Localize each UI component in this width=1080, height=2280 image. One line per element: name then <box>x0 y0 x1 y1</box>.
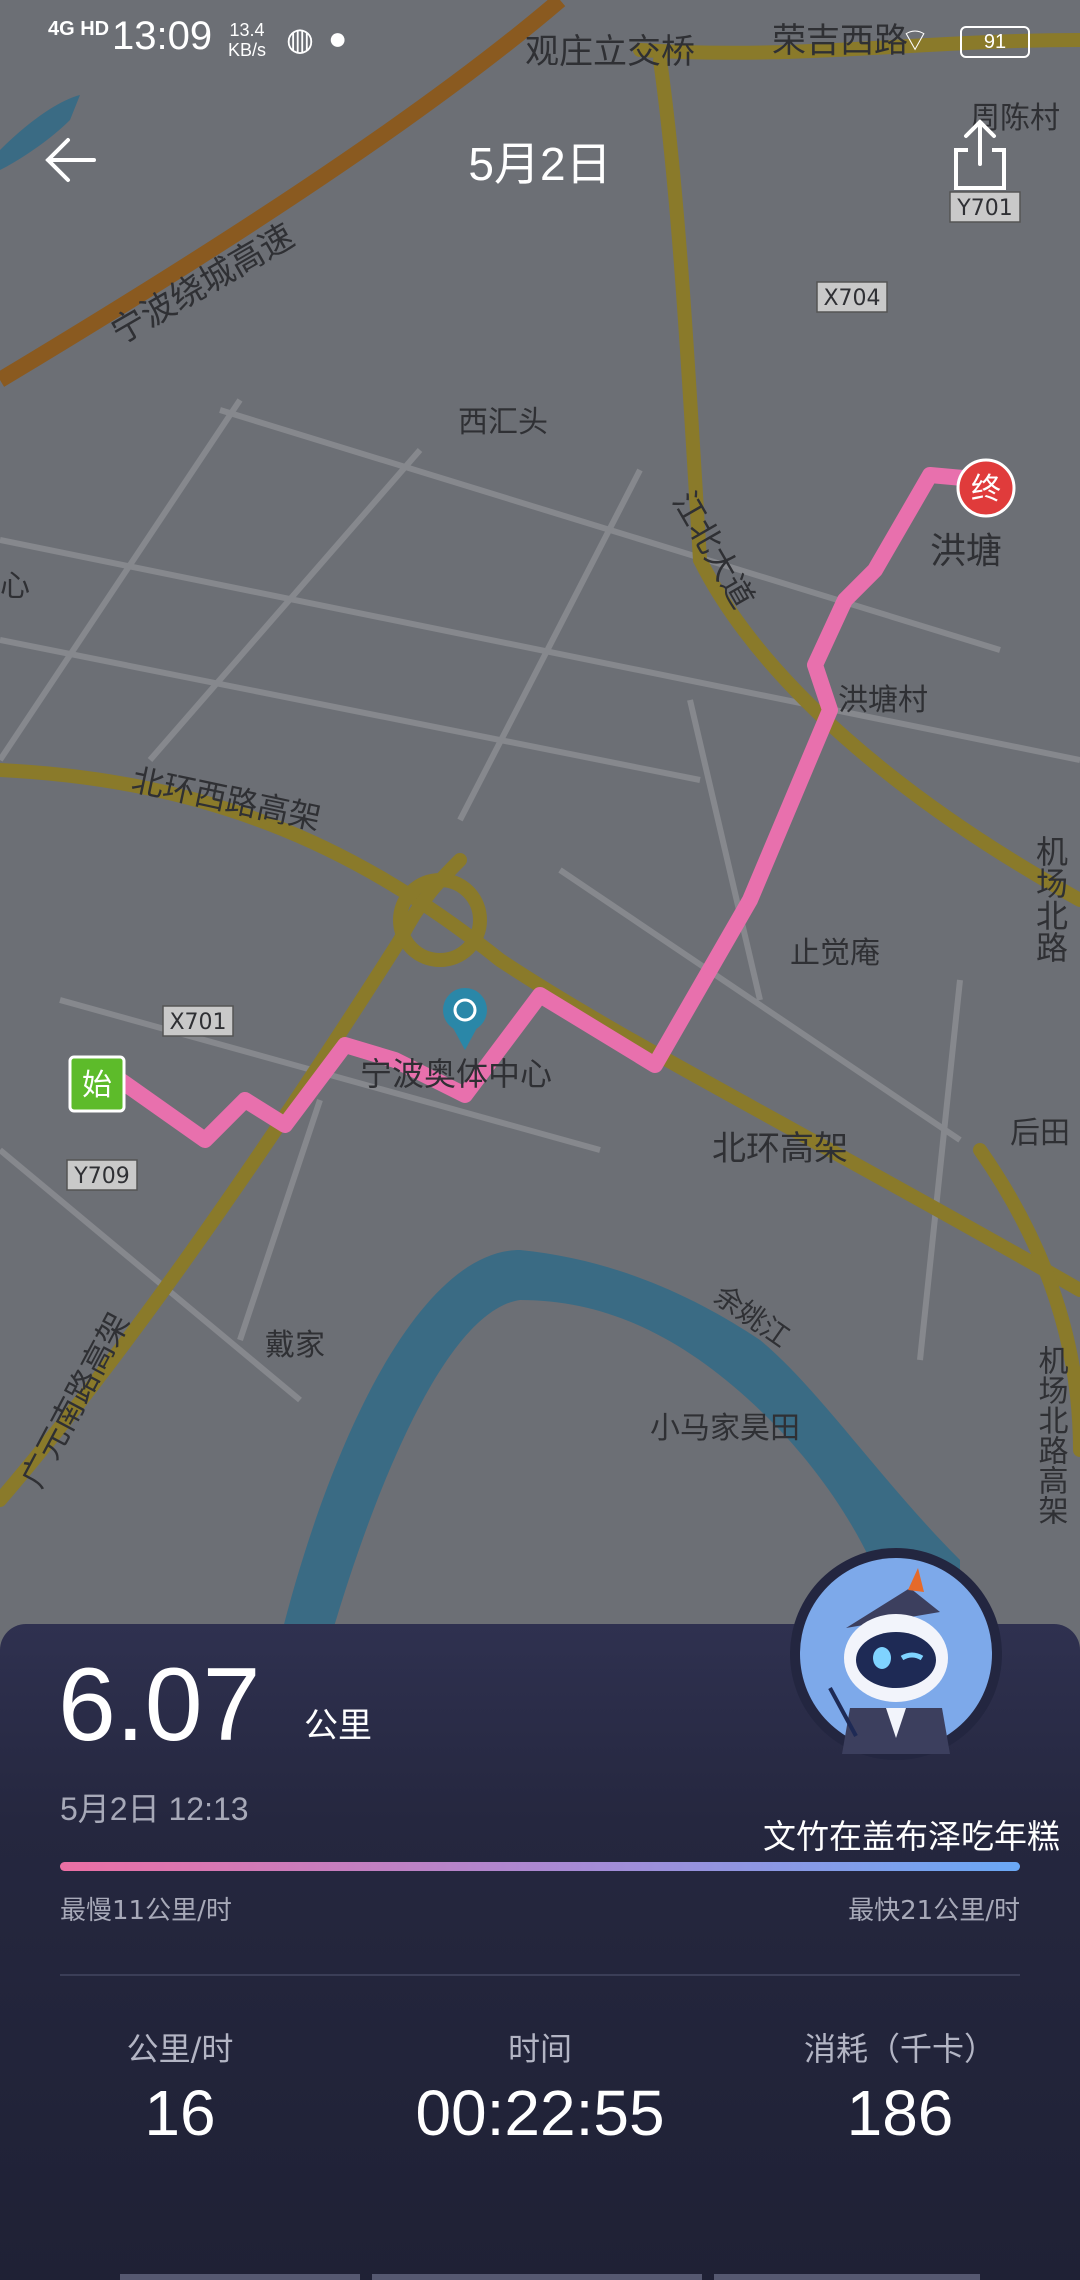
slogan-text: 文竹在盖布泽吃年糕 <box>763 1817 1060 1856</box>
map-label-houtian: 后田 <box>1010 1116 1070 1151</box>
map-label-xin: 心 <box>0 569 30 604</box>
route-map[interactable]: 始 终 观庄立交桥 荣吉西路 周陈村 宁波绕城高速 西汇头 江北大道 洪塘 洪塘… <box>0 0 1080 1640</box>
map-label-airport-north-road-2: 机场北路高架 <box>1033 1345 1069 1525</box>
network-speed-value: 13.4 <box>229 20 265 40</box>
network-indicator: 4G HD <box>48 18 110 40</box>
share-icon <box>954 119 1006 190</box>
map-label-airport-north-road-1: 机场北路 <box>1031 835 1069 963</box>
slowest-speed: 最慢11公里/时 <box>60 1896 232 1926</box>
share-button[interactable] <box>950 118 1020 198</box>
bottom-nav-indicator <box>120 2274 980 2280</box>
stat-label: 消耗（千卡） <box>803 2030 996 2068</box>
road-code-y709: Y709 <box>73 1164 129 1189</box>
stat-average-speed: 公里/时 16 <box>30 2024 330 2150</box>
map-label-hongtang: 洪塘 <box>930 531 1002 572</box>
map-label-zhijuean: 止觉庵 <box>790 936 880 971</box>
stat-value: 16 <box>144 2077 216 2149</box>
start-marker[interactable]: 始 <box>68 1055 126 1113</box>
map-label-hongtang-village: 洪塘村 <box>838 683 928 718</box>
planet-icon: ● <box>328 20 348 56</box>
stat-calories: 消耗（千卡） 186 <box>750 2024 1050 2150</box>
end-marker-label: 终 <box>971 472 1001 507</box>
stat-value: 00:22:55 <box>415 2077 665 2149</box>
stat-duration: 时间 00:22:55 <box>390 2024 690 2150</box>
road-code-x701: X701 <box>169 1010 226 1035</box>
mascot-avatar[interactable] <box>790 1548 1002 1760</box>
ride-datetime: 5月2日 12:13 <box>60 1791 249 1827</box>
speed-gradient-bar <box>60 1862 1020 1871</box>
network-speed: 13.4 KB/s <box>228 20 266 60</box>
distance-unit: 公里 <box>304 1706 372 1746</box>
page-title: 5月2日 <box>468 138 612 190</box>
wifi-icon: ⌔ <box>900 22 931 58</box>
data-saver-icon: ◍ <box>286 21 314 57</box>
robot-mascot-icon <box>800 1558 992 1754</box>
map-label-daijia: 戴家 <box>265 1328 325 1363</box>
battery-indicator: 91 <box>960 26 1030 58</box>
stat-label: 公里/时 <box>126 2030 234 2068</box>
header: 5月2日 <box>0 100 1080 220</box>
divider <box>60 1974 1020 1976</box>
end-marker[interactable]: 终 <box>956 458 1016 518</box>
network-speed-unit: KB/s <box>228 40 267 60</box>
stat-label: 时间 <box>507 2030 572 2068</box>
map-label-xihuitou: 西汇头 <box>458 405 548 440</box>
fastest-speed: 最快21公里/时 <box>848 1896 1020 1926</box>
map-label-north-ring-elevated: 北环高架 <box>712 1129 848 1169</box>
road-code-x704: X704 <box>823 286 880 311</box>
status-time: 13:09 <box>112 14 213 58</box>
distance-value: 6.07 <box>58 1647 261 1763</box>
map-label-olympic-center: 宁波奥体中心 <box>360 1055 552 1093</box>
start-marker-label: 始 <box>82 1068 112 1103</box>
status-bar: 4G HD 13:09 13.4 KB/s ◍ ● ⌔ 91 <box>0 0 1080 80</box>
stat-value: 186 <box>846 2077 954 2149</box>
map-label-xiaomajia: 小马家昊田 <box>650 1411 800 1446</box>
